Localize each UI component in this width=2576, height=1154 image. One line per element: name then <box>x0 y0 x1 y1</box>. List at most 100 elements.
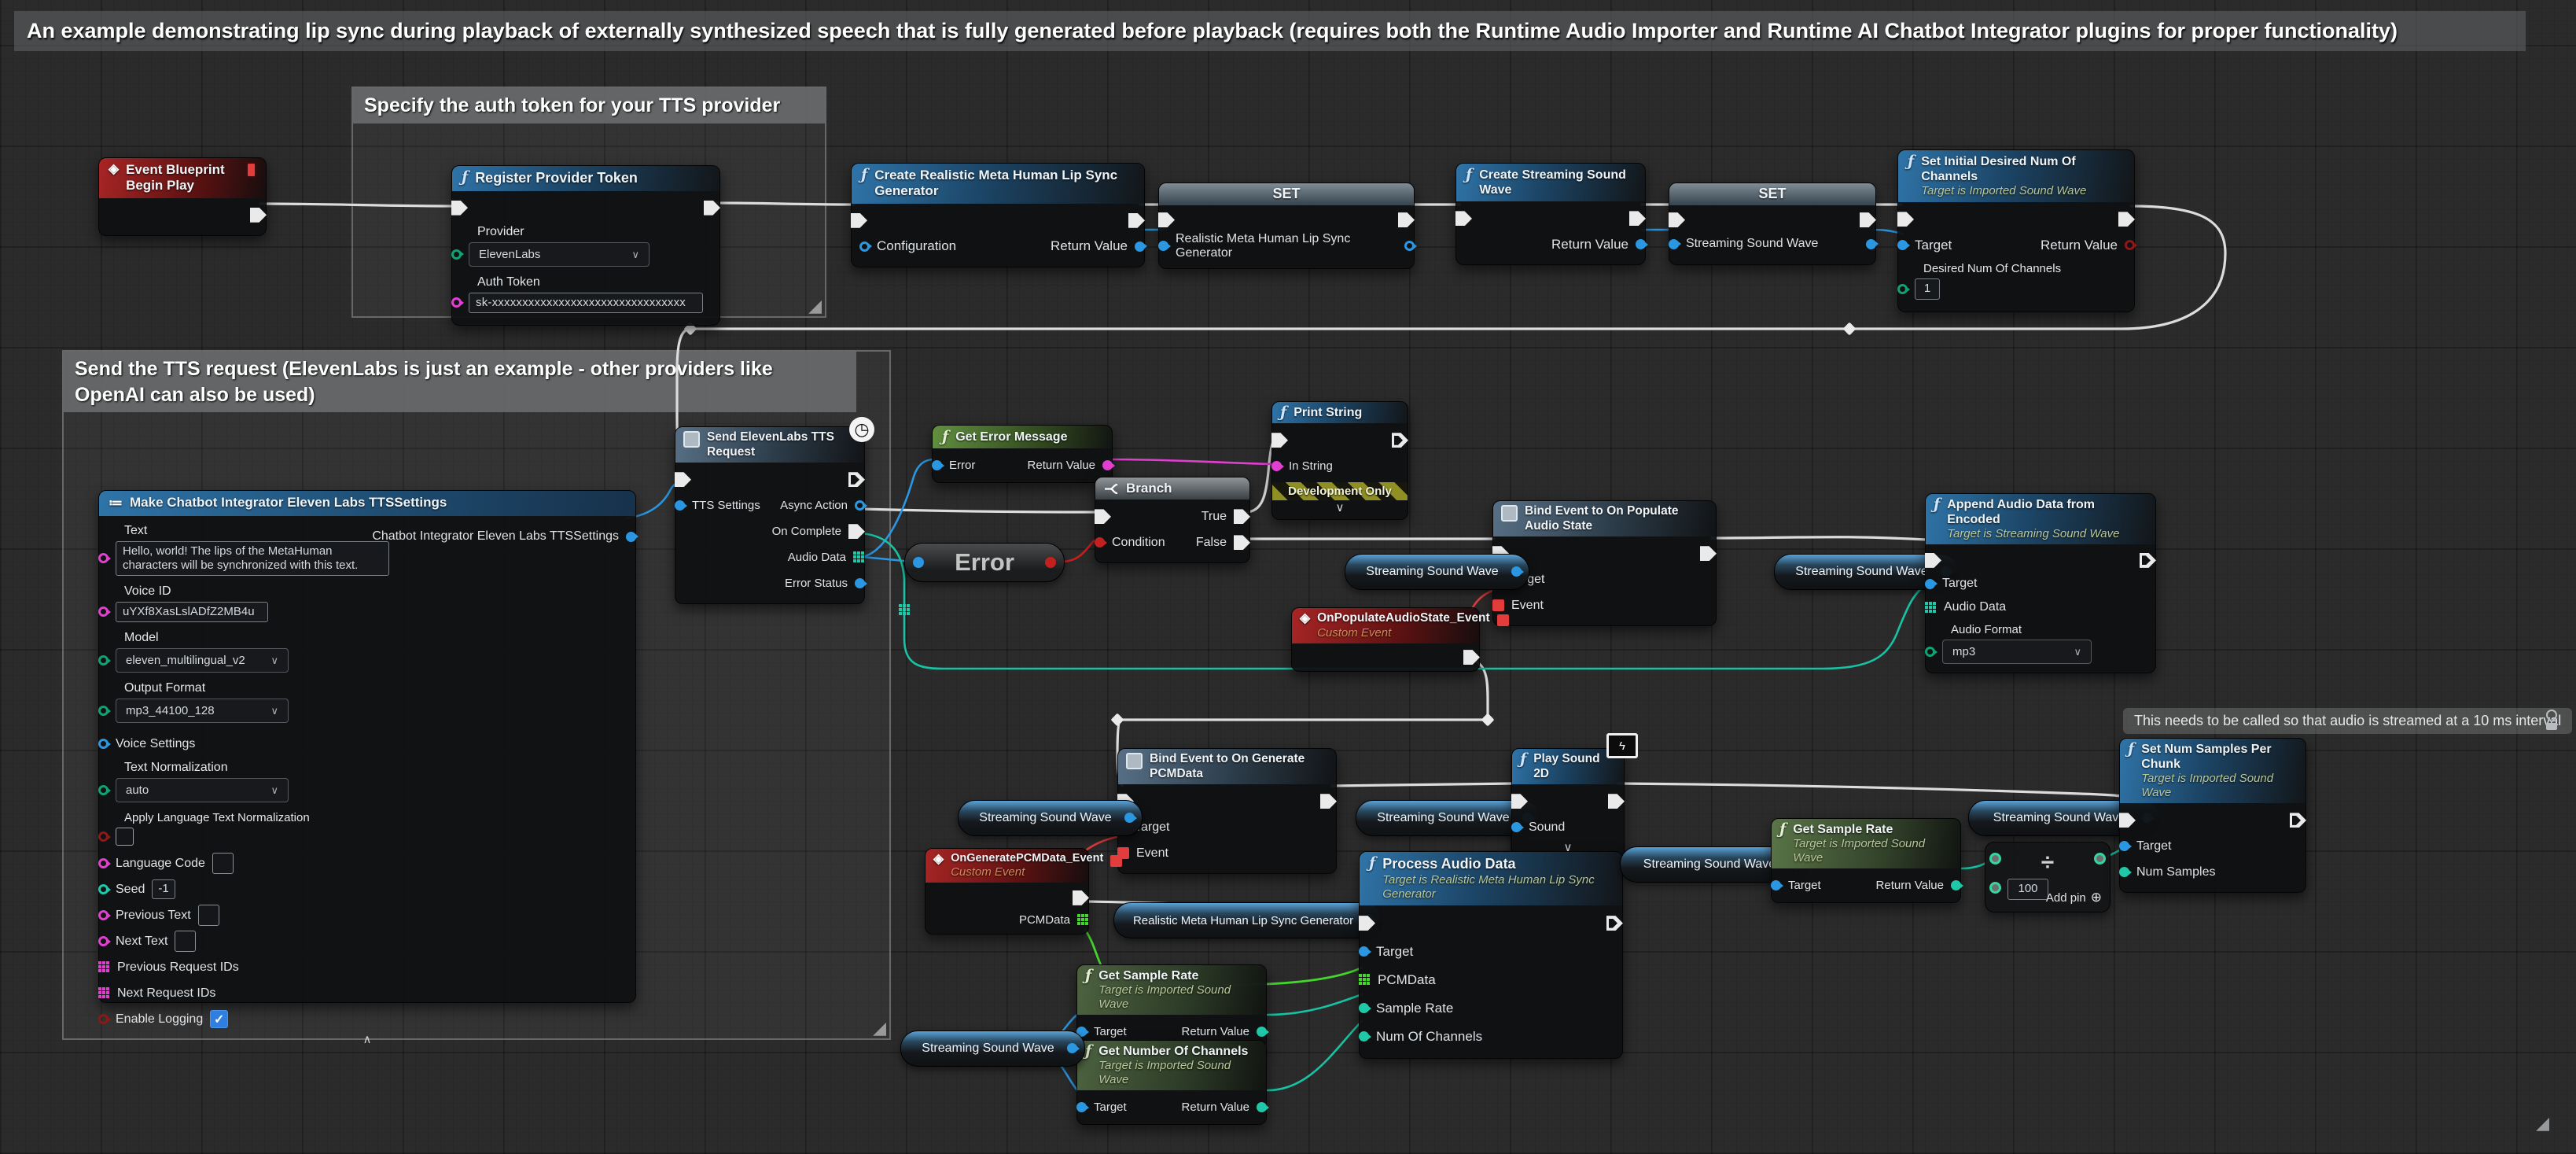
async-action-pin[interactable] <box>855 500 865 511</box>
node-get-sample-rate-right[interactable]: ƒ Get Sample Rate Target is Imported Sou… <box>1771 818 1961 903</box>
node-error-compact[interactable]: Error <box>904 543 1065 582</box>
text-normalization-dropdown[interactable]: auto ∨ <box>116 778 289 802</box>
previous-text-pin[interactable] <box>98 910 109 920</box>
return-value-pin[interactable] <box>1135 241 1145 252</box>
node-append-audio-data[interactable]: ƒ Append Audio Data from Encoded Target … <box>1925 493 2156 673</box>
exec-in-pin[interactable] <box>1897 212 1914 227</box>
target-pin[interactable] <box>1359 946 1369 957</box>
struct-out-pin[interactable] <box>626 532 636 542</box>
false-exec-pin[interactable] <box>1234 535 1250 550</box>
apply-normalization-checkbox[interactable] <box>116 828 134 846</box>
exec-out-pin[interactable] <box>2118 212 2135 227</box>
node-process-audio-data[interactable]: ƒ Process Audio Data Target is Realistic… <box>1359 851 1623 1059</box>
in-string-pin[interactable] <box>1271 461 1282 471</box>
node-register-provider-token[interactable]: ƒ Register Provider Token Provider Eleve… <box>451 165 720 326</box>
error-status-pin[interactable] <box>855 578 865 588</box>
var-out-pin[interactable] <box>1067 1043 1077 1053</box>
node-set-initial-desired-channels[interactable]: ƒ Set Initial Desired Num Of Channels Ta… <box>1897 149 2135 312</box>
exec-out-pin[interactable] <box>704 201 720 216</box>
node-bind-generate-pcmdata[interactable]: Bind Event to On Generate PCMData Target… <box>1117 748 1337 874</box>
seed-input[interactable]: -1 <box>152 879 175 899</box>
sample-rate-pin[interactable] <box>1359 1003 1369 1013</box>
blueprint-graph-canvas[interactable]: An example demonstrating lip sync during… <box>0 0 2576 1154</box>
target-pin[interactable] <box>1925 579 1935 589</box>
reroute-array-node[interactable] <box>899 604 911 616</box>
bubble-comment-icons[interactable] <box>2546 710 2557 730</box>
return-value-pin[interactable] <box>1257 1027 1267 1037</box>
variable-in-pin[interactable] <box>1158 241 1168 251</box>
exec-out-pin[interactable] <box>2140 553 2156 568</box>
exec-in-pin[interactable] <box>1359 916 1375 931</box>
node-branch[interactable]: Branch True ConditionFalse <box>1095 477 1250 563</box>
exec-in-pin[interactable] <box>1158 212 1175 227</box>
divide-out-pin[interactable] <box>2094 853 2106 865</box>
node-play-sound-2d[interactable]: ϟ ƒ Play Sound 2D Sound ∨ <box>1511 748 1625 859</box>
exec-out-pin[interactable] <box>1606 916 1623 931</box>
chevron-down-icon[interactable]: ∨ <box>1272 500 1408 517</box>
variable-out-pin[interactable] <box>1404 241 1415 251</box>
audio-format-pin[interactable] <box>1925 647 1935 657</box>
node-send-elevenlabs-tts[interactable]: ◷ Send ElevenLabs TTS Request TTS Settin… <box>675 426 865 604</box>
node-set-lipsync-generator[interactable]: SET Realistic Meta Human Lip Sync Genera… <box>1158 183 1415 269</box>
exec-out-pin[interactable] <box>2290 813 2306 828</box>
exec-out-pin[interactable] <box>1392 433 1408 448</box>
target-pin[interactable] <box>1771 880 1781 890</box>
reroute-node[interactable] <box>1843 323 1857 336</box>
comment-bubble-icon[interactable] <box>2546 723 2557 730</box>
var-out-pin[interactable] <box>1124 813 1135 823</box>
node-on-generate-pcmdata-event[interactable]: ◈ OnGeneratePCMData_Event Custom Event P… <box>925 848 1089 935</box>
audio-data-array-pin[interactable] <box>1925 602 1937 614</box>
divide-in-a-pin[interactable] <box>1989 853 2001 865</box>
auth-token-input[interactable]: sk-xxxxxxxxxxxxxxxxxxxxxxxxxxxxxxxx <box>469 293 703 314</box>
exec-in-pin[interactable] <box>1669 212 1685 227</box>
divide-in-b-pin[interactable] <box>1989 882 2001 894</box>
next-text-pin[interactable] <box>98 936 109 946</box>
previous-text-input[interactable] <box>198 905 219 926</box>
node-create-lipsync-generator[interactable]: ƒ Create Realistic Meta Human Lip Sync G… <box>851 163 1145 267</box>
error-out-pin[interactable] <box>1045 557 1056 568</box>
exec-in-pin[interactable] <box>451 201 468 216</box>
next-text-input[interactable] <box>175 931 196 952</box>
text-string-pin[interactable] <box>98 553 109 563</box>
node-get-error-message[interactable]: ƒ Get Error Message Error Return Value <box>932 425 1113 483</box>
pcmdata-array-pin[interactable] <box>1359 974 1371 986</box>
num-samples-pin[interactable] <box>2119 867 2129 877</box>
reroute-node[interactable] <box>1481 713 1495 727</box>
node-make-tts-settings[interactable]: ≔ Make Chatbot Integrator Eleven Labs TT… <box>98 490 636 1003</box>
resize-handle-icon[interactable]: ◢ <box>808 297 822 315</box>
enable-logging-checkbox[interactable]: ✓ <box>210 1010 228 1028</box>
target-pin[interactable] <box>1076 1102 1087 1112</box>
delegate-out-pin[interactable] <box>1497 614 1509 626</box>
node-print-string[interactable]: ƒ Print String In String Development Onl… <box>1271 401 1408 520</box>
resize-handle-icon[interactable]: ◢ <box>2536 1115 2549 1132</box>
delegate-out-pin[interactable] <box>1110 855 1122 867</box>
var-realistic-generator[interactable]: Realistic Meta Human Lip Sync Generator <box>1113 902 1382 938</box>
exec-out-pin[interactable] <box>1700 546 1717 561</box>
pcmdata-array-pin[interactable] <box>1077 914 1089 926</box>
model-dropdown[interactable]: eleven_multilingual_v2 ∨ <box>116 648 289 673</box>
node-set-num-samples-per-chunk[interactable]: ƒ Set Num Samples Per Chunk Target is Im… <box>2119 738 2306 893</box>
var-streaming-sound-wave[interactable]: Streaming Sound Wave <box>958 800 1143 836</box>
tts-settings-pin[interactable] <box>675 500 685 511</box>
exec-out-pin[interactable] <box>1320 794 1337 809</box>
add-pin-icon[interactable]: ⊕ <box>2091 890 2102 905</box>
sound-pin[interactable] <box>1511 822 1522 832</box>
model-enum-pin[interactable] <box>98 655 109 665</box>
on-complete-exec-pin[interactable] <box>848 524 865 539</box>
target-pin[interactable] <box>1897 240 1908 250</box>
pin-bubble-icon[interactable] <box>2544 707 2559 723</box>
bubble-comment[interactable]: This needs to be called so that audio is… <box>2123 708 2572 734</box>
exec-out-pin[interactable] <box>1629 211 1646 226</box>
node-on-populate-audio-state-event[interactable]: ◈ OnPopulateAudioState_Event Custom Even… <box>1291 607 1480 672</box>
node-create-streaming-sound-wave[interactable]: ƒ Create Streaming Sound Wave Return Val… <box>1455 163 1646 265</box>
var-streaming-sound-wave[interactable]: Streaming Sound Wave <box>900 1030 1085 1067</box>
reroute-node[interactable] <box>1111 713 1124 727</box>
exec-in-pin[interactable] <box>675 472 691 487</box>
previous-request-ids-array-pin[interactable] <box>98 961 110 973</box>
audio-format-dropdown[interactable]: mp3 ∨ <box>1942 640 2092 664</box>
exec-in-pin[interactable] <box>2119 813 2136 828</box>
return-value-pin[interactable] <box>1257 1102 1267 1112</box>
exec-out-pin[interactable] <box>1398 212 1415 227</box>
output-format-dropdown[interactable]: mp3_44100_128 ∨ <box>116 699 289 723</box>
apply-normalization-pin[interactable] <box>98 831 109 842</box>
